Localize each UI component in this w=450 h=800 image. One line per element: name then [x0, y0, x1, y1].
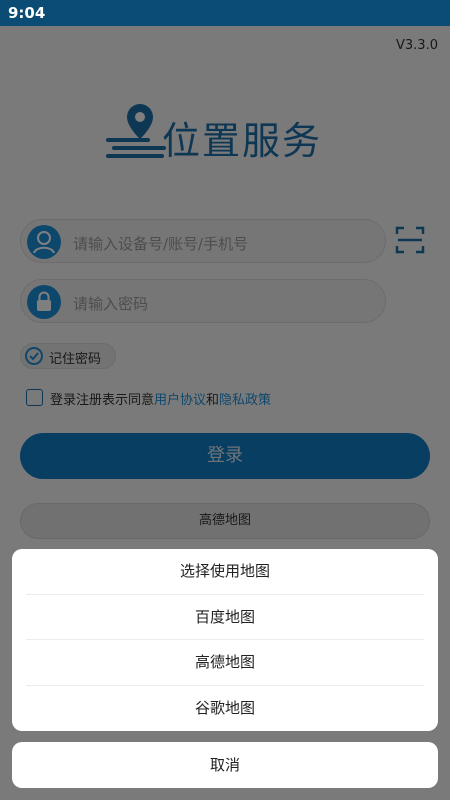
option-amap[interactable]: 高德地图: [26, 640, 424, 686]
cancel-button[interactable]: 取消: [12, 742, 438, 788]
status-time: 9:04: [8, 4, 46, 22]
action-sheet-title: 选择使用地图: [26, 549, 424, 595]
option-baidu-map[interactable]: 百度地图: [26, 595, 424, 640]
status-bar: 9:04: [0, 0, 450, 26]
map-action-sheet: 选择使用地图 百度地图 高德地图 谷歌地图: [12, 549, 438, 731]
option-google-map[interactable]: 谷歌地图: [26, 686, 424, 732]
